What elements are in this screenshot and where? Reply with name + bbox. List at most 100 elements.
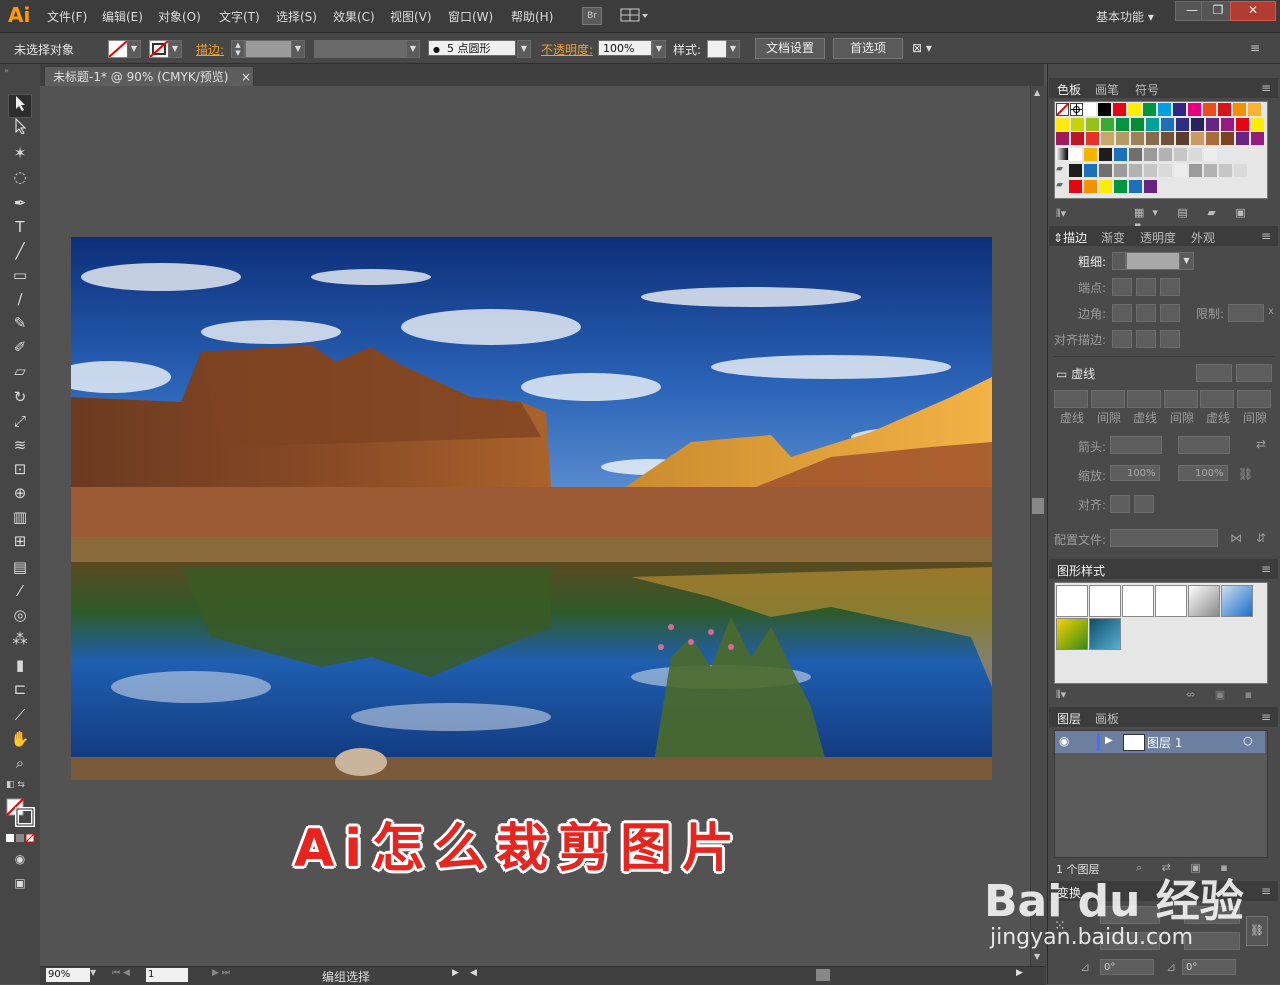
color-swatch[interactable] bbox=[1131, 132, 1144, 145]
graphic-style-2[interactable] bbox=[1089, 585, 1121, 617]
type-tool-icon[interactable]: T bbox=[8, 216, 32, 238]
menu-file[interactable]: 文件(F) bbox=[47, 8, 87, 25]
menu-view[interactable]: 视图(V) bbox=[390, 8, 432, 25]
color-swatch[interactable] bbox=[1069, 148, 1082, 161]
placed-landscape-image[interactable] bbox=[51, 237, 992, 780]
tab-transparency[interactable]: 透明度 bbox=[1140, 229, 1176, 246]
color-swatch[interactable] bbox=[1114, 164, 1127, 177]
graphic-style-libraries-icon[interactable]: ⫴▾ bbox=[1056, 688, 1066, 702]
zoom-tool-icon[interactable]: ⌕ bbox=[8, 752, 32, 774]
layers-menu-icon[interactable]: ≡ bbox=[1261, 710, 1271, 724]
color-swatch[interactable] bbox=[1143, 103, 1156, 116]
menu-select[interactable]: 选择(S) bbox=[276, 8, 317, 25]
document-tab[interactable]: 未标题-1* @ 90% (CMYK/预览) × bbox=[44, 66, 254, 86]
flip-along-icon[interactable]: ⋈ bbox=[1230, 531, 1242, 545]
stroke-menu-icon[interactable]: ≡ bbox=[1261, 229, 1271, 243]
tab-brushes[interactable]: 画笔 bbox=[1095, 81, 1119, 98]
arrow-end-select[interactable] bbox=[1178, 436, 1230, 454]
screen-mode-icon[interactable]: ▣ bbox=[8, 872, 32, 894]
menu-edit[interactable]: 编辑(E) bbox=[102, 8, 143, 25]
butt-cap-icon[interactable] bbox=[1112, 278, 1132, 296]
menu-type[interactable]: 文字(T) bbox=[219, 8, 260, 25]
graphic-style-7[interactable] bbox=[1056, 618, 1088, 650]
miter-join-icon[interactable] bbox=[1112, 304, 1132, 322]
color-swatch[interactable] bbox=[1221, 118, 1234, 131]
fill-swatch[interactable] bbox=[108, 40, 128, 58]
round-join-icon[interactable] bbox=[1136, 304, 1156, 322]
graphic-style-4[interactable] bbox=[1155, 585, 1187, 617]
line-tool-icon[interactable]: ╱ bbox=[8, 240, 32, 262]
color-swatch[interactable] bbox=[1083, 103, 1096, 116]
color-swatch[interactable] bbox=[1084, 148, 1097, 161]
swap-arrows-icon[interactable]: ⇄ bbox=[1256, 437, 1266, 451]
color-swatch[interactable] bbox=[1056, 118, 1069, 131]
color-swatch[interactable] bbox=[1233, 103, 1246, 116]
selection-tool-icon[interactable] bbox=[8, 94, 32, 118]
color-swatch[interactable] bbox=[1159, 164, 1172, 177]
arrow-start-select[interactable] bbox=[1110, 436, 1162, 454]
constrain-link-icon[interactable]: ⛓ bbox=[1246, 916, 1268, 946]
magic-wand-tool-icon[interactable]: ✶ bbox=[8, 142, 32, 164]
color-swatch[interactable] bbox=[1071, 132, 1084, 145]
arrow-scale-end[interactable]: 100% bbox=[1178, 465, 1228, 481]
color-swatch[interactable] bbox=[1176, 132, 1189, 145]
color-swatch[interactable] bbox=[1084, 164, 1097, 177]
link-scale-icon[interactable]: ⛓ bbox=[1238, 467, 1253, 481]
color-swatch[interactable] bbox=[1161, 132, 1174, 145]
arrow-scale-start[interactable]: 100% bbox=[1110, 465, 1160, 481]
transform-menu-icon[interactable]: ≡ bbox=[1261, 884, 1271, 898]
color-swatch[interactable] bbox=[1236, 132, 1249, 145]
expand-triangle-icon[interactable]: ▶ bbox=[1105, 735, 1113, 746]
color-swatch[interactable] bbox=[1144, 164, 1157, 177]
color-swatch[interactable] bbox=[1101, 132, 1114, 145]
style-dropdown[interactable]: ▼ bbox=[726, 40, 740, 58]
color-swatch[interactable] bbox=[1086, 132, 1099, 145]
slice-tool-icon[interactable]: ⟋ bbox=[8, 704, 32, 726]
pen-tool-icon[interactable]: ✒ bbox=[8, 192, 32, 214]
color-swatch[interactable] bbox=[1218, 103, 1231, 116]
fill-stroke-icon[interactable] bbox=[6, 798, 36, 828]
tab-graphic-styles[interactable]: 图形样式 bbox=[1057, 562, 1105, 579]
hand-tool-icon[interactable]: ✋ bbox=[8, 728, 32, 750]
pencil-tool-icon[interactable]: ✎ bbox=[8, 312, 32, 334]
eyedropper-tool-icon[interactable]: ⁄ bbox=[8, 580, 32, 602]
column-graph-tool-icon[interactable]: ▮ bbox=[8, 654, 32, 676]
bevel-join-icon[interactable] bbox=[1160, 304, 1180, 322]
color-swatch[interactable] bbox=[1146, 118, 1159, 131]
vertical-scroll-thumb[interactable] bbox=[1032, 498, 1044, 514]
zoom-field[interactable]: 90% bbox=[46, 968, 90, 982]
dash-field[interactable] bbox=[1200, 390, 1235, 408]
visibility-eye-icon[interactable]: ◉ bbox=[1059, 734, 1069, 748]
swatch-grid[interactable]: ▰ ▰ bbox=[1054, 101, 1268, 199]
horizontal-scroll-thumb[interactable] bbox=[816, 969, 830, 981]
rectangle-tool-icon[interactable]: ▭ bbox=[8, 264, 32, 286]
preferences-button[interactable]: 首选项 bbox=[833, 38, 903, 59]
color-mode-icons[interactable] bbox=[6, 832, 36, 843]
color-swatch[interactable] bbox=[1099, 164, 1112, 177]
color-swatch[interactable] bbox=[1189, 148, 1202, 161]
graphic-style-8[interactable] bbox=[1089, 618, 1121, 650]
swatches-menu-icon[interactable]: ≡ bbox=[1261, 81, 1271, 95]
color-swatch[interactable] bbox=[1129, 164, 1142, 177]
arrow-tip-align-icon[interactable] bbox=[1110, 495, 1130, 513]
variable-width-profile[interactable] bbox=[314, 40, 408, 58]
warp-tool-icon[interactable]: ≋ bbox=[8, 434, 32, 456]
color-swatch[interactable] bbox=[1116, 118, 1129, 131]
color-swatch[interactable] bbox=[1248, 103, 1261, 116]
color-swatch[interactable] bbox=[1146, 132, 1159, 145]
menu-effect[interactable]: 效果(C) bbox=[333, 8, 375, 25]
color-swatch[interactable] bbox=[1129, 180, 1142, 193]
dashed-line-checkbox[interactable]: ▭ 虚线 bbox=[1056, 365, 1095, 382]
menu-window[interactable]: 窗口(W) bbox=[448, 8, 493, 25]
tab-gradient[interactable]: 渐变 bbox=[1101, 229, 1125, 246]
color-swatch[interactable] bbox=[1221, 132, 1234, 145]
brush-dropdown[interactable]: ▼ bbox=[517, 40, 531, 58]
weight-stepper[interactable] bbox=[1112, 252, 1126, 270]
color-swatch[interactable] bbox=[1206, 118, 1219, 131]
color-swatch[interactable] bbox=[1204, 148, 1217, 161]
color-swatch[interactable] bbox=[1131, 118, 1144, 131]
round-cap-icon[interactable] bbox=[1136, 278, 1156, 296]
menu-object[interactable]: 对象(O) bbox=[158, 8, 201, 25]
color-swatch[interactable] bbox=[1174, 164, 1187, 177]
status-mode[interactable]: 编组选择 bbox=[322, 968, 370, 985]
